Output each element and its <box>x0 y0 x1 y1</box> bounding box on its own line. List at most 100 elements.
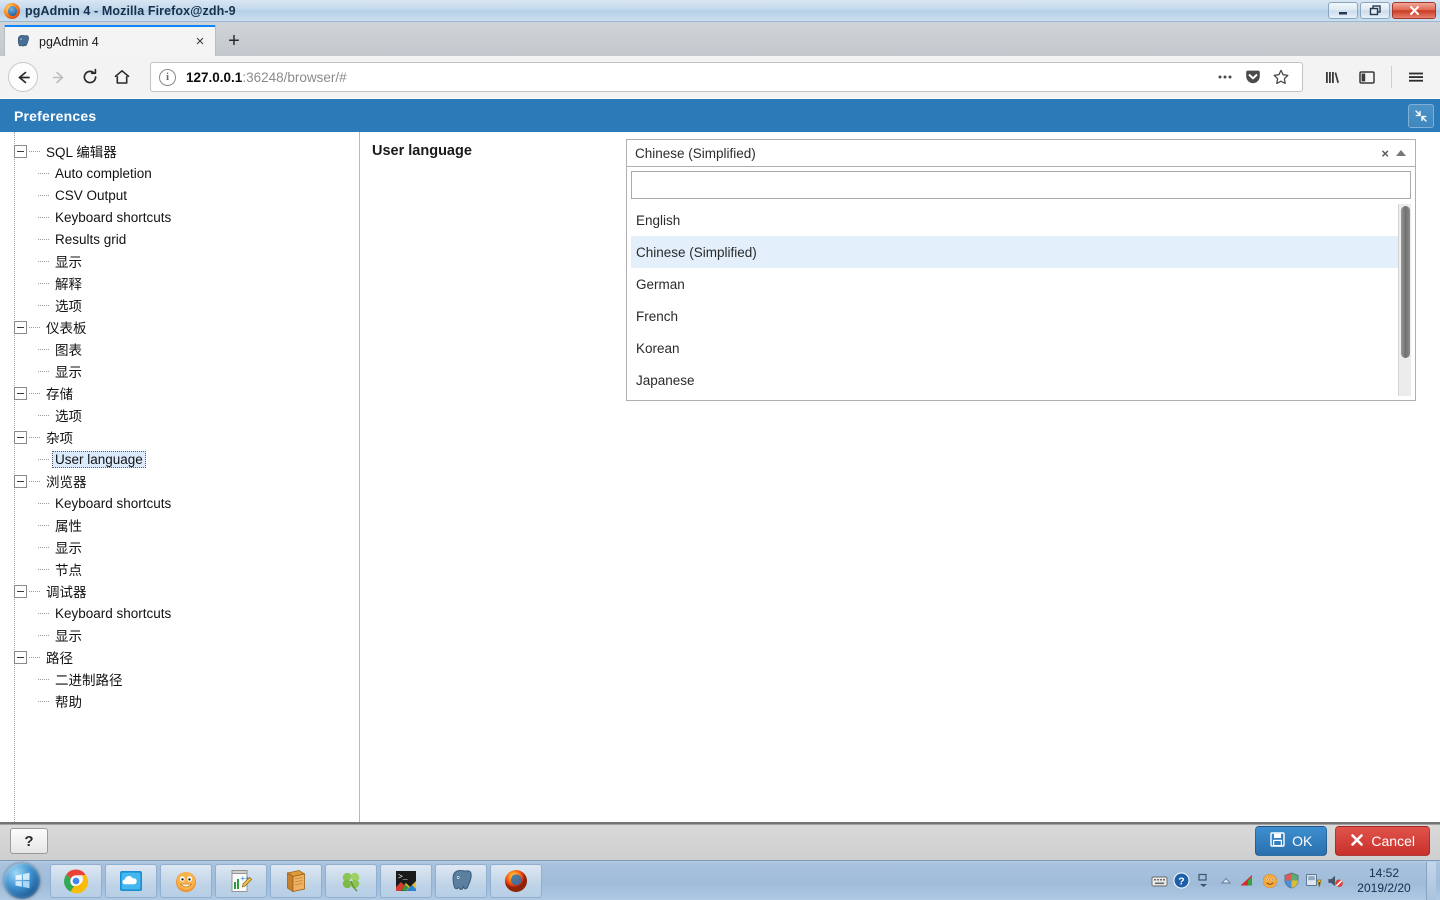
chevron-up-icon[interactable] <box>1396 150 1406 156</box>
tree-collapse-icon[interactable] <box>14 430 27 444</box>
select-options-list[interactable]: English Chinese (Simplified) German French K… <box>631 204 1411 396</box>
taskbar: ++ >_ ? 14:52 2019/2/20 <box>0 860 1440 900</box>
show-desktop-button[interactable] <box>1426 861 1436 900</box>
tree-item[interactable]: Keyboard shortcuts <box>8 492 359 514</box>
select-option[interactable]: Korean <box>631 332 1411 364</box>
tree-collapse-icon[interactable] <box>14 144 27 158</box>
taskbar-orange-face-icon[interactable] <box>160 863 212 898</box>
close-button[interactable] <box>1392 2 1436 19</box>
dropdown-scrollbar-thumb[interactable] <box>1401 206 1410 358</box>
select-option-label: French <box>636 308 679 324</box>
sidebar-icon[interactable] <box>1351 61 1383 93</box>
tree-item[interactable]: 仪表板 <box>8 316 359 338</box>
page-actions-icon[interactable] <box>1212 64 1238 90</box>
select-option[interactable]: Japanese <box>631 364 1411 396</box>
action-center-icon[interactable] <box>1305 872 1322 889</box>
tab-close-icon[interactable]: × <box>191 33 209 51</box>
home-icon[interactable] <box>106 61 138 93</box>
tree-item[interactable]: 存储 <box>8 382 359 404</box>
tree-item[interactable]: 浏览器 <box>8 470 359 492</box>
tree-collapse-icon[interactable] <box>14 320 27 334</box>
tree-item[interactable]: Results grid <box>8 228 359 250</box>
cancel-button[interactable]: Cancel <box>1335 826 1430 856</box>
taskbar-clover-icon[interactable] <box>325 863 377 898</box>
taskbar-firefox-icon[interactable] <box>490 863 542 898</box>
tree-item[interactable]: 路径 <box>8 646 359 668</box>
user-language-select[interactable]: Chinese (Simplified) × English Chinese (S… <box>626 139 1416 401</box>
taskbar-postgresql-icon[interactable] <box>435 863 487 898</box>
start-button-icon[interactable] <box>4 862 40 899</box>
library-icon[interactable] <box>1317 61 1349 93</box>
taskbar-onedrive-icon[interactable] <box>105 863 157 898</box>
help-question-icon[interactable]: ? <box>1173 872 1190 889</box>
url-host: 127.0.0.1 <box>186 69 243 85</box>
tree-item[interactable]: Auto completion <box>8 162 359 184</box>
tree-collapse-icon[interactable] <box>14 650 27 664</box>
preferences-tree[interactable]: SQL 编辑器 Auto completion CSV Output Keyboard… <box>0 132 360 822</box>
taskbar-chrome-icon[interactable] <box>50 863 102 898</box>
tree-item[interactable]: 二进制路径 <box>8 668 359 690</box>
reload-icon[interactable] <box>74 61 106 93</box>
tree-item[interactable]: 显示 <box>8 536 359 558</box>
minimize-button[interactable] <box>1328 2 1358 19</box>
help-button[interactable]: ? <box>10 828 48 854</box>
select-option[interactable]: German <box>631 268 1411 300</box>
hamburger-menu-icon[interactable] <box>1400 61 1432 93</box>
security-shield-icon[interactable] <box>1283 872 1300 889</box>
tree-item-label: 节点 <box>55 563 82 578</box>
tree-item[interactable]: 显示 <box>8 250 359 272</box>
select-option-label: Chinese (Simplified) <box>636 244 757 260</box>
new-tab-button[interactable]: + <box>216 25 252 56</box>
volume-muted-icon[interactable] <box>1327 872 1344 889</box>
tree-item[interactable]: 显示 <box>8 624 359 646</box>
window-title: pgAdmin 4 - Mozilla Firefox@zdh-9 <box>25 3 236 18</box>
select-dropdown-panel: English Chinese (Simplified) German French K… <box>626 167 1416 401</box>
face-icon[interactable] <box>1261 872 1278 889</box>
tree-collapse-icon[interactable] <box>14 474 27 488</box>
select-option[interactable]: French <box>631 300 1411 332</box>
tree-item[interactable]: 解释 <box>8 272 359 294</box>
network-signal-icon[interactable] <box>1239 872 1256 889</box>
tab-pgadmin-4[interactable]: pgAdmin 4 × <box>4 25 216 56</box>
taskbar-book-icon[interactable] <box>270 863 322 898</box>
close-x-icon <box>1350 833 1364 850</box>
select-option[interactable]: English <box>631 204 1411 236</box>
restore-button[interactable] <box>1360 2 1390 19</box>
tree-collapse-icon[interactable] <box>14 386 27 400</box>
tree-item[interactable]: 杂项 <box>8 426 359 448</box>
select-search-input[interactable] <box>631 171 1411 199</box>
tree-item[interactable]: SQL 编辑器 <box>8 140 359 162</box>
ok-button[interactable]: OK <box>1255 826 1328 856</box>
tree-item[interactable]: 调试器 <box>8 580 359 602</box>
dropdown-scrollbar[interactable] <box>1398 204 1411 396</box>
tree-item[interactable]: Keyboard shortcuts <box>8 602 359 624</box>
select-display-box[interactable]: Chinese (Simplified) × <box>626 139 1416 167</box>
keyboard-icon[interactable] <box>1151 872 1168 889</box>
up-arrow-icon[interactable] <box>1217 872 1234 889</box>
tree-item[interactable]: 图表 <box>8 338 359 360</box>
tree-item[interactable]: CSV Output <box>8 184 359 206</box>
site-info-icon[interactable]: i <box>159 68 176 86</box>
bookmark-star-icon[interactable] <box>1268 64 1294 90</box>
tree-connector <box>38 282 49 284</box>
show-hidden-icons-icon[interactable] <box>1195 872 1212 889</box>
pocket-icon[interactable] <box>1240 64 1266 90</box>
tree-item[interactable]: 选项 <box>8 294 359 316</box>
tree-item[interactable]: 节点 <box>8 558 359 580</box>
url-bar[interactable]: i 127.0.0.1:36248/browser/# <box>150 62 1303 92</box>
clear-selection-icon[interactable]: × <box>1374 146 1396 161</box>
tree-item[interactable]: Keyboard shortcuts <box>8 206 359 228</box>
tree-item[interactable]: 选项 <box>8 404 359 426</box>
select-option[interactable]: Chinese (Simplified) <box>631 236 1411 268</box>
taskbar-clock[interactable]: 14:52 2019/2/20 <box>1349 866 1421 896</box>
tree-item[interactable]: 显示 <box>8 360 359 382</box>
tree-item[interactable]: 帮助 <box>8 690 359 712</box>
taskbar-terminal-icon[interactable]: >_ <box>380 863 432 898</box>
shrink-arrows-icon[interactable] <box>1408 103 1434 128</box>
tree-item[interactable]: 属性 <box>8 514 359 536</box>
clock-date: 2019/2/20 <box>1357 880 1411 895</box>
tree-item-selected[interactable]: User language <box>8 448 359 470</box>
taskbar-notepadpp-icon[interactable]: ++ <box>215 863 267 898</box>
tree-collapse-icon[interactable] <box>14 584 27 598</box>
back-icon[interactable] <box>8 62 38 92</box>
